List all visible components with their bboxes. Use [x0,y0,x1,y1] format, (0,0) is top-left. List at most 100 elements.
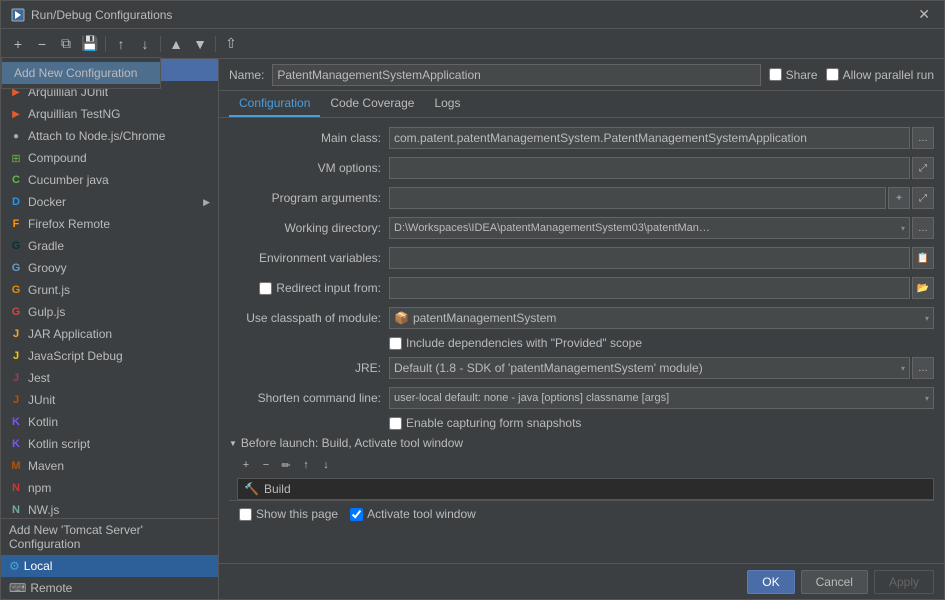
add-configuration-button[interactable]: + [7,33,29,55]
tree-item-npm[interactable]: N npm [1,477,218,499]
redirect-input-field[interactable] [389,277,910,299]
tree-item-gradle[interactable]: G Gradle [1,235,218,257]
working-directory-browse-button[interactable]: … [912,217,934,239]
redirect-input-checkbox[interactable] [259,282,272,295]
main-class-input[interactable] [389,127,910,149]
environment-variables-browse-button[interactable]: 📋 [912,247,934,269]
bl-remove-button[interactable]: − [257,456,275,474]
tree-item-compound[interactable]: ⊞ Compound [1,147,218,169]
tree-item-maven[interactable]: M Maven [1,455,218,477]
share-button[interactable]: ⇧ [220,33,242,55]
toolbar: + − ⧉ 💾 ↑ ↓ ▲ ▼ ⇧ Add New Configuration [1,29,944,59]
tree: ⚙ Application ▶ Arquillian JUnit ▶ Arqui… [1,59,218,518]
shorten-cmd-combo[interactable]: user-local default: none - java [options… [389,387,934,409]
tree-item-grunt-js[interactable]: G Grunt.js [1,279,218,301]
redirect-input-browse-button[interactable]: 📂 [912,277,934,299]
remove-configuration-button[interactable]: − [31,33,53,55]
bl-edit-button[interactable]: ✏ [277,456,295,474]
local-label: Local [24,559,53,573]
move-up-button[interactable]: ▲ [165,33,187,55]
classpath-combo[interactable]: 📦 patentManagementSystem ▾ [389,307,934,329]
working-directory-combo[interactable]: D:\Workspaces\IDEA\patentManagementSyste… [389,217,910,239]
program-arguments-expand-button[interactable]: ⤢ [912,187,934,209]
vm-options-label: VM options: [229,161,389,175]
javascript-debug-icon: J [13,350,19,362]
tree-item-javascript-debug[interactable]: J JavaScript Debug [1,345,218,367]
tab-code-coverage[interactable]: Code Coverage [320,91,424,117]
program-arguments-input[interactable] [389,187,886,209]
jre-browse-button[interactable]: … [912,357,934,379]
vm-options-input[interactable] [389,157,910,179]
bl-item-build[interactable]: 🔨 Build [238,479,933,499]
ok-button[interactable]: OK [747,570,794,594]
sort-asc-button[interactable]: ↑ [110,33,132,55]
activate-tool-window-checkbox[interactable] [350,508,363,521]
jre-arrow: ▾ [901,364,905,373]
tree-item-gulp-js[interactable]: G Gulp.js [1,301,218,323]
allow-parallel-checkbox[interactable] [826,68,839,81]
bl-down-button[interactable]: ↓ [317,456,335,474]
close-button[interactable]: ✕ [914,6,934,23]
tree-item-kotlin-script[interactable]: K Kotlin script [1,433,218,455]
tree-item-jest[interactable]: J Jest [1,367,218,389]
vm-options-input-group: ⤢ [389,157,934,179]
program-arguments-input-group: + ⤢ [389,187,934,209]
kotlin-icon: K [12,416,20,428]
add-new-popup-item[interactable]: Add New Configuration [2,62,160,84]
environment-variables-input[interactable] [389,247,910,269]
name-input[interactable] [272,64,760,86]
vm-options-expand-button[interactable]: ⤢ [912,157,934,179]
tree-item-jar-application[interactable]: J JAR Application [1,323,218,345]
tab-logs[interactable]: Logs [424,91,470,117]
allow-parallel-label: Allow parallel run [843,68,934,82]
tree-item-nwjs[interactable]: N NW.js [1,499,218,518]
jre-combo[interactable]: Default (1.8 - SDK of 'patentManagementS… [389,357,910,379]
name-bar: Name: Share Allow parallel run [219,59,944,91]
program-arguments-add-button[interactable]: + [888,187,910,209]
title-bar: Run/Debug Configurations ✕ [1,1,944,29]
submenu-local[interactable]: ⚙ Local [1,555,218,577]
tree-item-firefox-remote[interactable]: F Firefox Remote [1,213,218,235]
jest-icon: J [13,372,19,384]
apply-button[interactable]: Apply [874,570,934,594]
environment-variables-input-group: 📋 [389,247,934,269]
main-class-browse-button[interactable]: … [912,127,934,149]
enable-capturing-checkbox[interactable] [389,417,402,430]
tree-label-cucumber-java: Cucumber java [28,173,109,187]
move-down-button[interactable]: ▼ [189,33,211,55]
share-checkbox[interactable] [769,68,782,81]
copy-configuration-button[interactable]: ⧉ [55,33,77,55]
working-directory-label: Working directory: [229,221,389,235]
toolbar-separator-3 [215,36,216,52]
include-deps-checkbox[interactable] [389,337,402,350]
submenu-remote[interactable]: ⌨ Remote [1,577,218,599]
tree-item-docker[interactable]: D Docker ▶ [1,191,218,213]
activate-tool-window-label: Activate tool window [350,507,476,521]
classpath-label: Use classpath of module: [229,311,389,325]
bl-add-button[interactable]: + [237,456,255,474]
show-page-checkbox[interactable] [239,508,252,521]
before-launch-label: Before launch: Build, Activate tool wind… [241,436,463,450]
tree-item-kotlin[interactable]: K Kotlin [1,411,218,433]
tree-item-arquillian-testng[interactable]: ▶ Arquillian TestNG [1,103,218,125]
tree-item-junit[interactable]: J JUnit [1,389,218,411]
cancel-button[interactable]: Cancel [801,570,868,594]
kotlin-script-icon: K [12,438,20,450]
tree-label-junit: JUnit [28,393,55,407]
environment-variables-label: Environment variables: [229,251,389,265]
tab-configuration[interactable]: Configuration [229,91,320,117]
sort-desc-button[interactable]: ↓ [134,33,156,55]
save-configuration-button[interactable]: 💾 [79,33,101,55]
before-launch-list: 🔨 Build [237,478,934,500]
before-launch-header: ▼ Before launch: Build, Activate tool wi… [229,436,934,450]
include-deps-text: Include dependencies with "Provided" sco… [406,336,642,350]
tree-item-attach-nodejs-chrome[interactable]: ● Attach to Node.js/Chrome [1,125,218,147]
tree-item-groovy[interactable]: G Groovy [1,257,218,279]
add-new-tomcat-button[interactable]: Add New 'Tomcat Server' Configuration [1,519,218,555]
redirect-input-label: Redirect input from: [276,281,381,295]
tree-label-nwjs: NW.js [28,503,59,517]
section-triangle: ▼ [229,439,237,448]
junit-icon: J [13,394,19,406]
bl-up-button[interactable]: ↑ [297,456,315,474]
tree-item-cucumber-java[interactable]: C Cucumber java [1,169,218,191]
